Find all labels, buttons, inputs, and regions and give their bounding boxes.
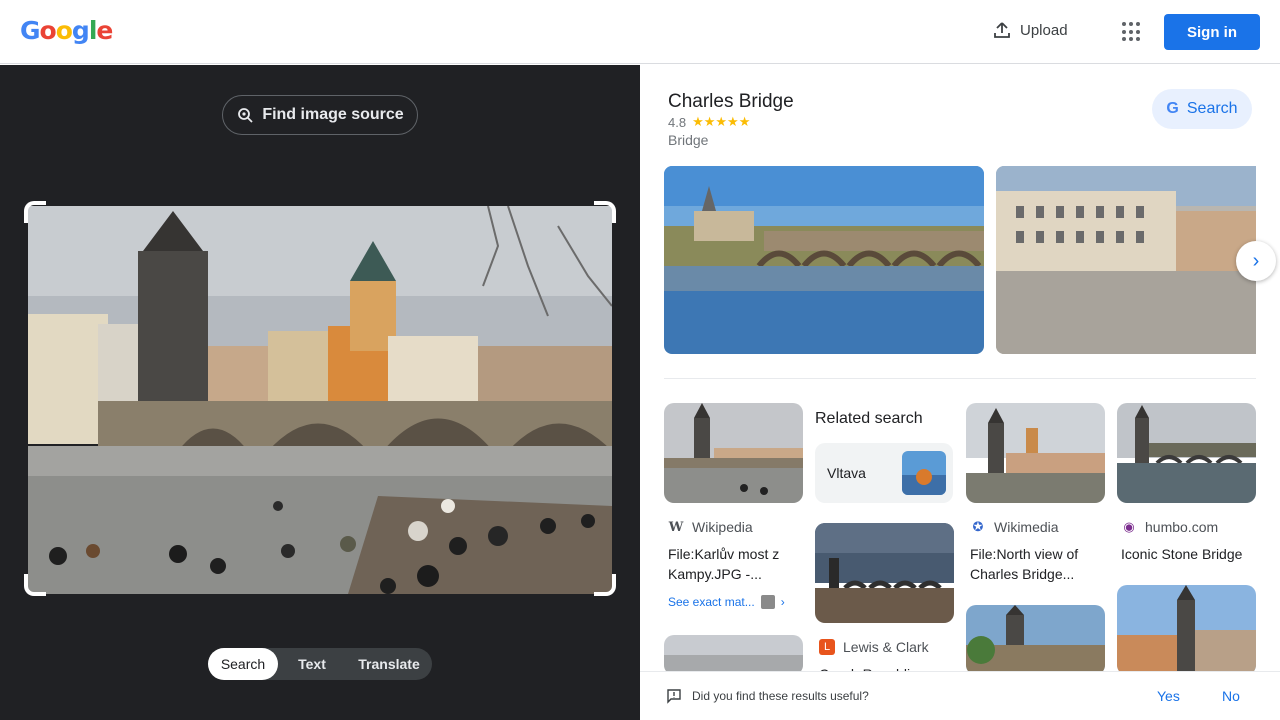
find-image-source-button[interactable]: Find image source xyxy=(222,95,418,135)
logo-letter-o2: o xyxy=(55,16,73,45)
entity-rating: 4.8 ★★★★★ xyxy=(668,114,750,130)
humbo-icon: ◉ xyxy=(1123,519,1135,534)
top-bar: Google Upload Sign in xyxy=(0,0,1280,64)
mode-switcher: Search Text Translate xyxy=(208,648,432,680)
rating-value: 4.8 xyxy=(668,114,687,130)
result-thumbnail[interactable] xyxy=(664,403,803,503)
entity-image-2[interactable] xyxy=(996,166,1256,354)
feedback-yes-button[interactable]: Yes xyxy=(1157,688,1180,704)
exact-match-thumb xyxy=(760,595,775,609)
wikimedia-icon: ✪ xyxy=(972,519,984,534)
find-image-source-label: Find image source xyxy=(262,106,404,123)
search-entity-button[interactable]: G Search xyxy=(1152,89,1252,129)
wikipedia-icon: W xyxy=(668,519,684,535)
see-exact-matches-link[interactable]: See exact mat... › xyxy=(668,595,785,609)
result-source-name: Wikimedia xyxy=(994,519,1059,535)
crop-handle-bottom-right[interactable] xyxy=(594,574,616,596)
chevron-right-icon[interactable]: › xyxy=(1236,241,1276,281)
feedback-no-button[interactable]: No xyxy=(1222,688,1240,704)
entity-image-1[interactable] xyxy=(664,166,984,354)
sign-in-button[interactable]: Sign in xyxy=(1164,14,1260,50)
feedback-question: Did you find these results useful? xyxy=(666,688,869,704)
result-thumbnail[interactable] xyxy=(1117,403,1256,503)
lewis-clark-icon: L xyxy=(819,639,835,655)
logo-letter-e: e xyxy=(96,16,113,45)
result-thumbnail[interactable] xyxy=(1117,585,1256,675)
result-source-name: Wikipedia xyxy=(692,519,753,535)
result-thumbnail[interactable] xyxy=(664,635,803,675)
crop-handle-top-left[interactable] xyxy=(24,201,46,223)
result-source[interactable]: L Lewis & Clark xyxy=(819,639,929,655)
crop-handle-top-right[interactable] xyxy=(594,201,616,223)
result-source[interactable]: ◉ humbo.com xyxy=(1121,519,1218,535)
star-rating-icon: ★★★★★ xyxy=(692,114,751,129)
result-thumbnail[interactable] xyxy=(966,605,1105,675)
result-caption[interactable]: File:Karlův most z Kampy.JPG -... xyxy=(668,544,798,584)
mode-tab-text[interactable]: Text xyxy=(278,648,346,680)
feedback-question-text: Did you find these results useful? xyxy=(692,689,869,703)
logo-letter-g: G xyxy=(20,16,41,45)
see-exact-label: See exact mat... xyxy=(668,595,755,609)
section-divider xyxy=(664,378,1256,379)
query-image[interactable] xyxy=(28,206,612,594)
result-source[interactable]: W Wikipedia xyxy=(668,519,753,535)
chevron-right-icon: › xyxy=(780,595,785,609)
google-g-icon: G xyxy=(1166,100,1179,117)
logo-letter-g2: g xyxy=(71,16,90,45)
apps-grid-icon[interactable] xyxy=(1122,22,1142,42)
image-preview-panel: Find image source Search Text Translate xyxy=(0,65,640,720)
related-chip-label: Vltava xyxy=(827,465,866,481)
feedback-icon xyxy=(667,689,681,704)
result-thumbnail[interactable] xyxy=(815,523,954,623)
related-chip-thumbnail xyxy=(902,451,946,495)
upload-icon xyxy=(994,22,1010,38)
crop-handle-bottom-left[interactable] xyxy=(24,574,46,596)
search-entity-label: Search xyxy=(1186,100,1238,117)
upload-button[interactable]: Upload xyxy=(992,20,1068,40)
result-thumbnail[interactable] xyxy=(966,403,1105,503)
lens-search-icon xyxy=(238,108,253,123)
mode-tab-search[interactable]: Search xyxy=(208,648,278,680)
feedback-bar: Did you find these results useful? Yes N… xyxy=(640,671,1280,720)
result-source-name: humbo.com xyxy=(1145,519,1219,535)
result-source[interactable]: ✪ Wikimedia xyxy=(970,519,1059,535)
entity-type: Bridge xyxy=(668,132,709,148)
google-logo[interactable]: Google xyxy=(20,16,113,45)
results-panel: Charles Bridge 4.8 ★★★★★ Bridge G Search… xyxy=(640,65,1280,720)
related-search-heading: Related search xyxy=(815,410,923,427)
related-search-chip[interactable]: Vltava xyxy=(815,443,953,503)
logo-letter-o1: o xyxy=(39,16,57,45)
upload-label: Upload xyxy=(1020,21,1068,39)
result-source-name: Lewis & Clark xyxy=(843,639,929,655)
mode-tab-translate[interactable]: Translate xyxy=(346,648,432,680)
result-caption[interactable]: File:North view of Charles Bridge... xyxy=(970,544,1105,584)
entity-title[interactable]: Charles Bridge xyxy=(668,91,794,113)
result-caption[interactable]: Iconic Stone Bridge xyxy=(1121,544,1256,564)
